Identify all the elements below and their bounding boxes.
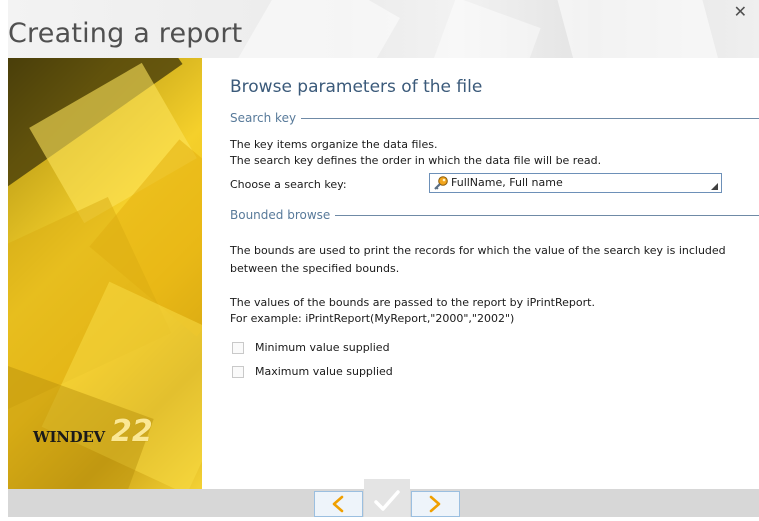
bounds-example-line1: The values of the bounds are passed to t… [230, 296, 595, 309]
search-key-selected-value: FullName, Full name [451, 176, 563, 189]
bounded-browse-section-header: Bounded browse [230, 208, 759, 222]
previous-button[interactable] [314, 491, 363, 517]
chevron-right-icon [429, 495, 441, 513]
check-icon [374, 490, 400, 511]
bounds-description-line1: The bounds are used to print the records… [230, 244, 726, 257]
page-title: Browse parameters of the file [230, 77, 483, 97]
search-key-combo[interactable]: FullName, Full name [429, 173, 722, 193]
maximum-value-label[interactable]: Maximum value supplied [255, 365, 393, 378]
search-key-section-label: Search key [230, 111, 302, 125]
key-icon [434, 176, 448, 190]
finish-button[interactable] [364, 479, 410, 517]
combo-arrow-icon [711, 183, 718, 190]
choose-search-key-label: Choose a search key: [230, 178, 347, 191]
wizard-side-banner: WINDEV 22 [8, 58, 202, 489]
windev-version-logo: 22 [111, 414, 153, 449]
search-key-description-line2: The search key defines the order in whic… [230, 154, 602, 167]
bounded-browse-section-label: Bounded browse [230, 208, 336, 222]
maximum-value-checkbox[interactable] [232, 366, 244, 378]
chevron-left-icon [332, 495, 344, 513]
minimum-value-checkbox[interactable] [232, 342, 244, 354]
minimum-value-label[interactable]: Minimum value supplied [255, 341, 390, 354]
close-icon[interactable]: ✕ [734, 4, 747, 20]
bounds-description-line2: between the specified bounds. [230, 262, 400, 275]
title-bar: Creating a report ✕ [8, 0, 759, 58]
window-title: Creating a report [8, 18, 243, 49]
search-key-description-line1: The key items organize the data files. [230, 138, 438, 151]
search-key-section-header: Search key [230, 111, 759, 125]
section-divider [230, 118, 759, 119]
windev-logo: WINDEV [33, 428, 105, 446]
bounds-example-line2: For example: iPrintReport(MyReport,"2000… [230, 312, 515, 325]
wizard-content: Browse parameters of the file Search key… [202, 58, 759, 489]
report-wizard-window: Creating a report ✕ WINDEV 22 Browse par… [0, 0, 759, 517]
next-button[interactable] [411, 491, 460, 517]
